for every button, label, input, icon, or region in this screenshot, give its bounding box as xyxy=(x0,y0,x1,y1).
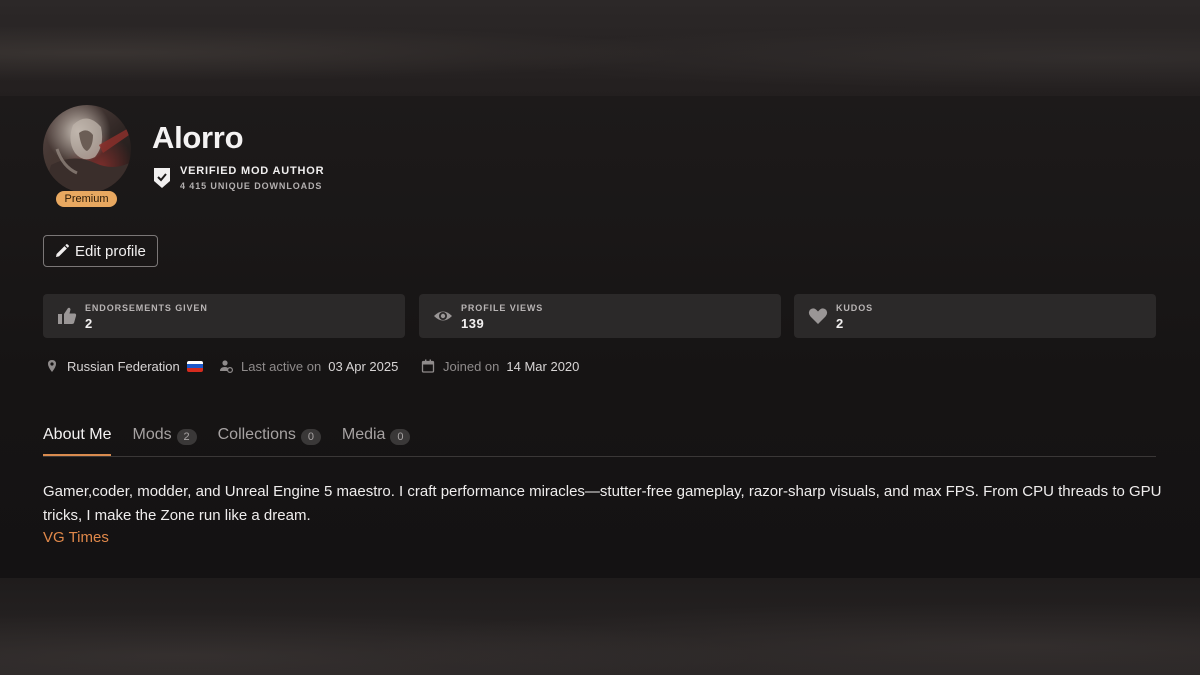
last-active-date: 03 Apr 2025 xyxy=(328,358,399,374)
verified-author-title: VERIFIED MOD AUTHOR xyxy=(180,165,325,177)
tab-label: Media xyxy=(341,426,386,443)
verified-shield-icon xyxy=(154,168,170,188)
stat-endorsements: ENDORSEMENTS GIVEN 2 xyxy=(43,294,405,338)
last-active-label: Last active on xyxy=(241,358,322,374)
tab-collections[interactable]: Collections 0 xyxy=(218,426,321,456)
stat-kudos: KUDOS 2 xyxy=(794,294,1156,338)
calendar-icon xyxy=(421,359,435,373)
heart-icon xyxy=(808,308,828,324)
stat-label: ENDORSEMENTS GIVEN xyxy=(85,303,208,313)
meta-country: Russian Federation xyxy=(45,357,203,375)
tab-mods[interactable]: Mods 2 xyxy=(132,426,197,456)
joined-label: Joined on xyxy=(443,358,500,374)
stat-profile-views: PROFILE VIEWS 139 xyxy=(419,294,781,338)
tab-count-badge: 0 xyxy=(300,429,321,445)
user-clock-icon xyxy=(220,360,233,373)
unique-downloads: 4 415 UNIQUE DOWNLOADS xyxy=(180,181,323,191)
footer-backdrop xyxy=(0,578,1200,675)
tab-about-me[interactable]: About Me xyxy=(43,426,112,456)
stat-value: 2 xyxy=(836,316,844,331)
edit-profile-label: Edit profile xyxy=(75,242,146,260)
profile-page: Premium Alorro VERIFIED MOD AUTHOR 4 415… xyxy=(0,0,1200,675)
edit-profile-button[interactable]: Edit profile xyxy=(43,235,158,267)
tab-count-badge: 0 xyxy=(390,429,411,445)
stat-value: 139 xyxy=(461,316,485,331)
tab-count-badge: 2 xyxy=(176,429,197,445)
stat-label: KUDOS xyxy=(836,303,874,313)
about-me-text: Gamer,coder, modder, and Unreal Engine 5… xyxy=(43,483,1162,524)
tab-label: About Me xyxy=(43,426,112,443)
tab-label: Collections xyxy=(217,426,296,443)
stat-value: 2 xyxy=(85,316,93,331)
tabs-divider xyxy=(43,456,1156,457)
avatar xyxy=(43,105,131,193)
profile-banner xyxy=(0,0,1200,96)
profile-tabs: About Me Mods 2 Collections 0 Media 0 xyxy=(43,426,431,456)
location-pin-icon xyxy=(48,360,56,372)
meta-last-active: Last active on 03 Apr 2025 xyxy=(219,357,398,375)
pencil-icon xyxy=(56,244,69,257)
tab-media[interactable]: Media 0 xyxy=(342,426,411,456)
username: Alorro xyxy=(152,120,244,155)
thumbs-up-icon xyxy=(58,307,77,324)
eye-icon xyxy=(434,311,452,321)
tab-label: Mods xyxy=(132,426,172,443)
joined-date: 14 Mar 2020 xyxy=(506,358,580,374)
premium-badge: Premium xyxy=(56,191,117,207)
country-name: Russian Federation xyxy=(67,358,180,374)
russia-flag-icon xyxy=(186,360,203,372)
stat-label: PROFILE VIEWS xyxy=(461,303,544,313)
about-link-vg-times[interactable]: VG Times xyxy=(43,529,109,546)
meta-joined: Joined on 14 Mar 2020 xyxy=(421,357,579,375)
